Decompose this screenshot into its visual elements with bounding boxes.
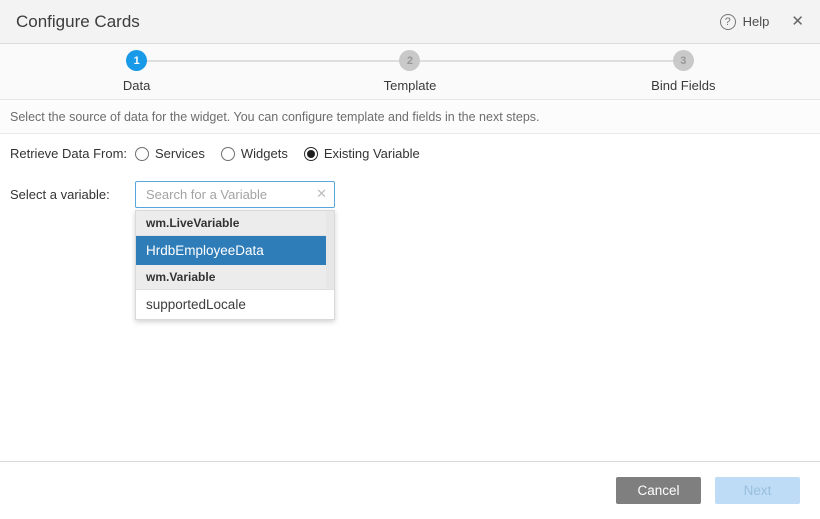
close-icon[interactable]: ✕ <box>791 14 804 29</box>
step-3-circle[interactable]: 3 <box>673 50 694 71</box>
step-3-label: Bind Fields <box>651 78 715 93</box>
radio-widgets-label: Widgets <box>241 146 288 161</box>
next-button[interactable]: Next <box>715 477 800 504</box>
step-1-circle[interactable]: 1 <box>126 50 147 71</box>
dropdown-item-hrdbemployeedata[interactable]: HrdbEmployeeData <box>136 236 334 265</box>
radio-existing-variable[interactable]: Existing Variable <box>304 146 420 161</box>
radio-widgets-circle[interactable] <box>221 147 235 161</box>
page-title: Configure Cards <box>16 12 140 32</box>
retrieve-data-label: Retrieve Data From: <box>0 146 135 161</box>
clear-search-icon[interactable]: ✕ <box>316 187 327 200</box>
radio-existing-variable-label: Existing Variable <box>324 146 420 161</box>
step-data[interactable]: 1 Data <box>0 44 273 99</box>
dialog-footer: Cancel Next <box>0 461 820 519</box>
dialog-header: Configure Cards ? Help ✕ <box>0 0 820 44</box>
dropdown-scrollbar-thumb[interactable] <box>326 211 334 289</box>
wizard-stepper: 1 Data 2 Template 3 Bind Fields <box>0 44 820 100</box>
step-description: Select the source of data for the widget… <box>0 100 820 134</box>
radio-services-circle[interactable] <box>135 147 149 161</box>
help-link[interactable]: Help <box>743 14 770 29</box>
radio-services-label: Services <box>155 146 205 161</box>
step-1-label: Data <box>123 78 150 93</box>
help-icon[interactable]: ? <box>720 14 736 30</box>
retrieve-data-row: Retrieve Data From: Services Widgets Exi… <box>0 146 820 161</box>
cancel-button[interactable]: Cancel <box>616 477 701 504</box>
variable-search-input[interactable] <box>135 181 335 208</box>
step-2-circle[interactable]: 2 <box>399 50 420 71</box>
dropdown-group-header: wm.Variable <box>136 265 334 290</box>
step-bind-fields[interactable]: 3 Bind Fields <box>547 44 820 99</box>
variable-dropdown: wm.LiveVariable HrdbEmployeeData wm.Vari… <box>135 210 335 320</box>
variable-combobox: ✕ wm.LiveVariable HrdbEmployeeData wm.Va… <box>135 181 335 208</box>
retrieve-data-radio-group: Services Widgets Existing Variable <box>135 146 420 161</box>
radio-existing-variable-circle[interactable] <box>304 147 318 161</box>
dropdown-group-header: wm.LiveVariable <box>136 211 334 236</box>
dropdown-item-supportedlocale[interactable]: supportedLocale <box>136 290 334 319</box>
radio-services[interactable]: Services <box>135 146 205 161</box>
step-template[interactable]: 2 Template <box>273 44 546 99</box>
radio-widgets[interactable]: Widgets <box>221 146 288 161</box>
header-actions: ? Help ✕ <box>720 14 804 30</box>
form-body: Retrieve Data From: Services Widgets Exi… <box>0 134 820 208</box>
select-variable-label: Select a variable: <box>0 181 135 202</box>
select-variable-row: Select a variable: ✕ wm.LiveVariable Hrd… <box>0 181 820 208</box>
step-2-label: Template <box>384 78 437 93</box>
